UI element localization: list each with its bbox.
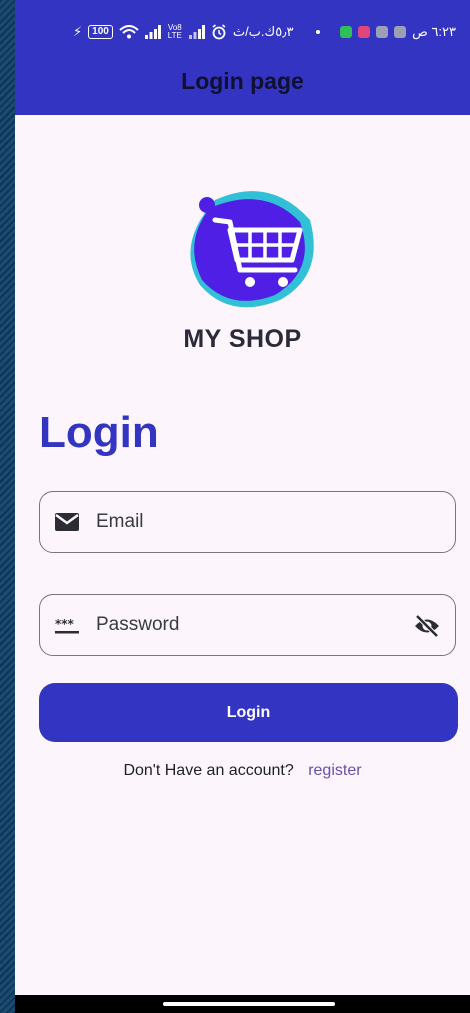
register-link[interactable]: register xyxy=(308,762,361,779)
status-bar: ⚡ 100 Vo8 LTE ٥٫٣ك.ب/ث ٦:٢٣ ص xyxy=(15,0,470,60)
login-button[interactable]: Login xyxy=(39,683,458,742)
status-left-group: ⚡ 100 Vo8 LTE ٥٫٣ك.ب/ث xyxy=(73,24,293,40)
wifi-icon xyxy=(119,25,139,39)
home-gesture-handle[interactable] xyxy=(163,1002,335,1006)
signal-icon xyxy=(144,25,161,39)
status-right-group: ٦:٢٣ ص xyxy=(316,24,456,40)
app-bar: ⚡ 100 Vo8 LTE ٥٫٣ك.ب/ث ٦:٢٣ ص Login page xyxy=(15,0,470,115)
page-title: Login page xyxy=(181,68,304,94)
app-notification-icon-3 xyxy=(394,26,407,38)
phone-screen: ⚡ 100 Vo8 LTE ٥٫٣ك.ب/ث ٦:٢٣ ص Login page… xyxy=(15,0,470,1013)
brand-name: MY SHOP xyxy=(183,325,302,353)
charging-icon: ⚡ xyxy=(73,24,83,39)
register-prompt-row: Don't Have an account? register xyxy=(15,762,470,780)
svg-text:***: *** xyxy=(55,617,75,631)
instagram-notification-icon xyxy=(358,26,371,38)
password-field[interactable]: *** xyxy=(39,594,456,656)
login-heading: Login xyxy=(39,408,159,457)
network-type-label: Vo8 LTE xyxy=(167,23,182,40)
app-notification-icon xyxy=(340,26,353,38)
register-prompt-text: Don't Have an account? xyxy=(123,762,294,779)
alarm-icon xyxy=(212,24,226,40)
password-input[interactable] xyxy=(96,595,396,655)
app-notification-icon-2 xyxy=(376,26,389,38)
notification-dot-icon xyxy=(316,30,321,34)
email-icon xyxy=(55,513,79,531)
system-nav-bar xyxy=(15,995,470,1013)
signal-icon-secondary xyxy=(188,25,205,39)
visibility-off-icon[interactable] xyxy=(413,613,441,639)
status-time: ٦:٢٣ ص xyxy=(412,24,456,39)
email-field[interactable] xyxy=(39,491,456,553)
password-icon: *** xyxy=(55,617,79,634)
battery-icon: 100 xyxy=(88,25,113,39)
email-input[interactable] xyxy=(96,492,396,552)
network-speed: ٥٫٣ك.ب/ث xyxy=(232,24,294,39)
shop-cart-logo-icon xyxy=(190,191,314,308)
